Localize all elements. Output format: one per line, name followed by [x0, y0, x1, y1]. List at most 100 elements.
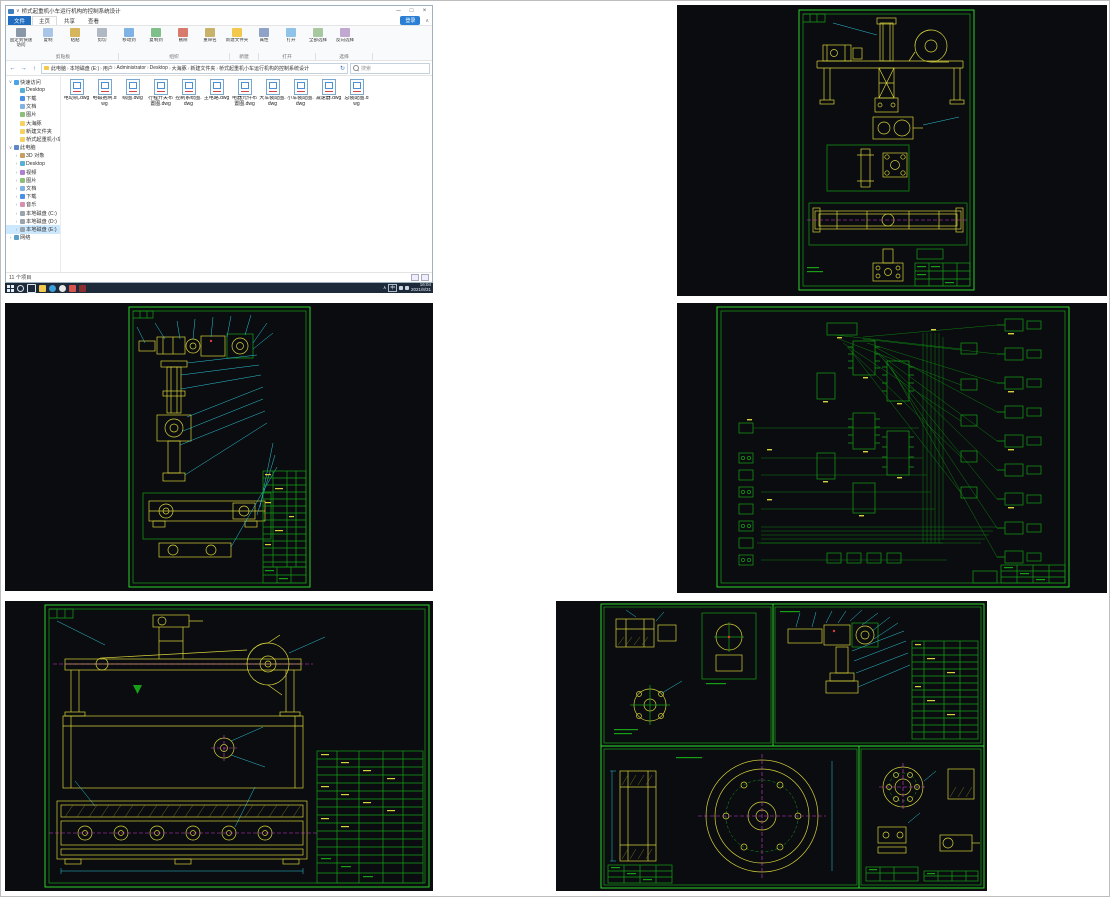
sidebar-item[interactable]: › Desktop [6, 160, 60, 168]
tree-caret-icon[interactable]: › [14, 211, 19, 216]
sidebar-item[interactable]: › 音乐 [6, 201, 60, 209]
sidebar-item[interactable]: 桥式起重机小车运行机构的控制系统设计 [6, 135, 60, 143]
breadcrumb-segment[interactable]: 新建文件夹 [187, 65, 215, 72]
file-item[interactable]: 小车装配图.dwg [287, 79, 314, 107]
ribbon-button[interactable]: 删除 [170, 27, 196, 43]
file-item[interactable]: 行程开关布置图.dwg [147, 79, 174, 107]
breadcrumb-segment[interactable]: 大海豚 [168, 65, 187, 72]
sidebar-item[interactable]: 下载 [6, 94, 60, 102]
search-input[interactable]: 搜索 [350, 62, 430, 74]
login-badge[interactable]: 登录 [400, 16, 421, 25]
sidebar-item[interactable]: › 本地磁盘 (D:) [6, 217, 60, 225]
ribbon-button[interactable]: 重命名 [197, 27, 223, 43]
sidebar-item[interactable]: ∨ 此电脑 [6, 144, 60, 152]
file-item[interactable]: 电磁抱闸.dwg [91, 79, 118, 107]
tree-caret-icon[interactable]: › [14, 178, 19, 183]
sidebar-item[interactable]: 大海豚 [6, 119, 60, 127]
sidebar-item-icon [20, 194, 25, 200]
forward-button[interactable]: → [19, 65, 28, 72]
thumbnail-view-icon[interactable] [421, 274, 429, 281]
ribbon-button[interactable]: 固定到快速访问 [8, 27, 34, 48]
breadcrumb-segment[interactable]: Administrator [113, 65, 146, 71]
minimize-button[interactable]: ─ [393, 6, 404, 16]
taskbar-icon[interactable] [17, 284, 24, 292]
taskbar-icon[interactable] [59, 284, 66, 292]
taskbar-icon[interactable] [39, 284, 46, 292]
sidebar-item[interactable]: › 本地磁盘 (E:) [6, 225, 60, 234]
ribbon-button[interactable]: 反向选择 [332, 27, 358, 43]
sidebar-item[interactable]: › 视频 [6, 168, 60, 176]
ribbon-button[interactable]: 粘贴 [62, 27, 88, 43]
tree-caret-icon[interactable]: › [14, 194, 19, 199]
taskbar-icon[interactable] [69, 284, 76, 292]
up-button[interactable]: ↑ [30, 65, 39, 72]
ribbon-button[interactable]: 移动到 [116, 27, 142, 43]
quick-access-toolbar-caret[interactable]: ∨ [16, 8, 20, 14]
breadcrumb-segment[interactable]: Desktop [146, 65, 168, 71]
file-item[interactable]: 控制系统图.dwg [175, 79, 202, 107]
screenshot-collage: ∨ 桥式起重机小车运行机构的控制系统设计 ─ □ × 文件 主页 共享 查看 登录 ∧… [0, 0, 1110, 897]
ribbon-button[interactable]: 剪切 [89, 27, 115, 43]
ribbon-tab[interactable]: 共享 [58, 16, 81, 25]
network-icon[interactable] [398, 286, 403, 290]
back-button[interactable]: ← [8, 65, 17, 72]
breadcrumb-segment[interactable]: 本地磁盘 (E:) [66, 65, 99, 72]
sidebar-item[interactable]: 图片 [6, 111, 60, 119]
tree-caret-icon[interactable]: › [8, 235, 13, 240]
tree-caret-icon[interactable]: › [14, 186, 19, 191]
sidebar-item[interactable]: › 图片 [6, 176, 60, 184]
sidebar-item[interactable]: › 3D 对象 [6, 152, 60, 160]
sidebar-item[interactable]: › 下载 [6, 193, 60, 201]
sidebar-item[interactable]: › 网络 [6, 234, 60, 242]
ribbon-button[interactable]: 全部选择 [305, 27, 331, 43]
sidebar-item[interactable]: 文档 [6, 103, 60, 111]
sidebar-item[interactable]: ∨ 快速访问 [6, 78, 60, 86]
ribbon-button[interactable]: 打开 [278, 27, 304, 43]
file-item[interactable]: 电器元件布置图.dwg [231, 79, 258, 107]
tree-caret-icon[interactable]: › [14, 170, 19, 175]
ribbon-tab[interactable]: 主页 [32, 16, 58, 25]
sidebar-item[interactable]: › 本地磁盘 (C:) [6, 209, 60, 217]
file-item[interactable]: 电动机.dwg [63, 79, 90, 107]
file-item[interactable]: 大车装配图.dwg [259, 79, 286, 107]
sidebar-item[interactable]: 新建文件夹 [6, 127, 60, 135]
ribbon-tab[interactable]: 文件 [8, 16, 32, 25]
taskbar-icon[interactable] [7, 284, 14, 292]
collapse-ribbon-icon[interactable]: ∧ [425, 18, 429, 24]
tree-caret-icon[interactable]: ∨ [8, 79, 13, 85]
tree-caret-icon[interactable]: › [14, 219, 19, 224]
tray-expand-icon[interactable]: ∧ [383, 285, 386, 291]
file-item[interactable]: 减速器.dwg [315, 79, 342, 107]
volume-icon[interactable] [404, 286, 409, 290]
ribbon-button[interactable]: 新建文件夹 [224, 27, 250, 43]
close-button[interactable]: × [419, 6, 430, 16]
breadcrumb-segment[interactable]: 桥式起重机小车运行机构的控制系统设计 [215, 65, 309, 72]
list-view-icon[interactable] [411, 274, 419, 281]
tree-caret-icon[interactable]: › [14, 202, 19, 207]
ribbon-tab[interactable]: 查看 [82, 16, 105, 25]
sidebar-item-label: 图片 [26, 177, 37, 184]
refresh-icon[interactable]: ↻ [340, 65, 345, 72]
taskbar-icon[interactable] [79, 284, 86, 292]
file-item[interactable]: 绘图.dwg [119, 79, 146, 107]
taskbar-icon[interactable] [49, 284, 56, 292]
maximize-button[interactable]: □ [406, 6, 417, 16]
tree-caret-icon[interactable]: › [14, 227, 19, 232]
file-item[interactable]: 主电路.dwg [203, 79, 230, 107]
sidebar-item[interactable]: Desktop [6, 86, 60, 94]
taskbar-clock[interactable]: 16:04 2021/8/31 [411, 283, 431, 292]
ribbon-button[interactable]: 复制到 [143, 27, 169, 43]
breadcrumb-segment[interactable]: 此电脑 [51, 65, 66, 72]
breadcrumb-segment[interactable]: 用户 [99, 65, 113, 72]
taskbar-icon[interactable] [27, 283, 36, 293]
tree-caret-icon[interactable]: ∨ [8, 145, 13, 151]
file-item[interactable]: 总装配图.dwg [343, 79, 370, 107]
tree-caret-icon[interactable]: › [14, 161, 19, 166]
ribbon-group-label: 打开 [259, 53, 316, 60]
ime-indicator[interactable]: 中 [388, 284, 397, 292]
sidebar-item[interactable]: › 文档 [6, 184, 60, 192]
ribbon-button[interactable]: 复制 [35, 27, 61, 43]
ribbon-button[interactable]: 属性 [251, 27, 277, 43]
tree-caret-icon[interactable]: › [14, 153, 19, 158]
breadcrumb[interactable]: 此电脑本地磁盘 (E:)用户AdministratorDesktop大海豚新建文… [41, 62, 348, 74]
